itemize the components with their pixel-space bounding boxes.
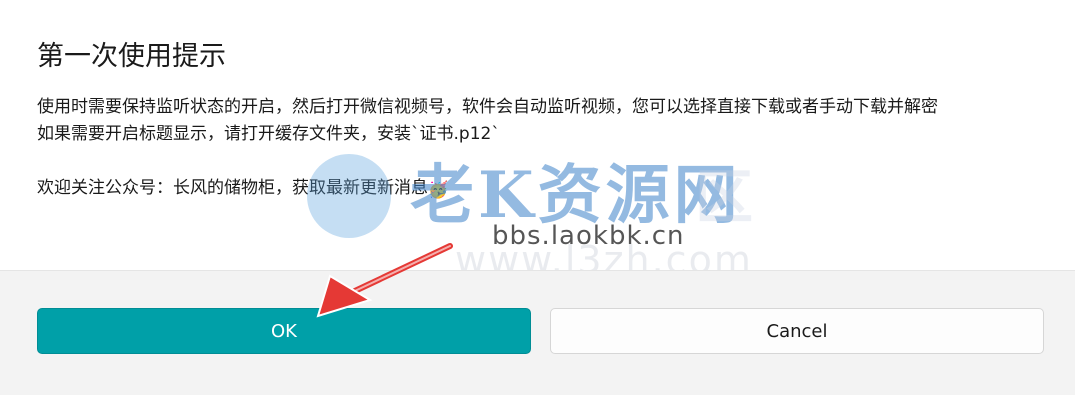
ok-button-label: OK <box>271 320 297 342</box>
message-line-2: 如果需要开启标题显示，请打开缓存文件夹，安装`证书.p12` <box>37 124 500 144</box>
dialog-content: 第一次使用提示 使用时需要保持监听状态的开启，然后打开微信视频号，软件会自动监听… <box>0 0 1075 282</box>
watermark-url: bbs.laokbk.cn <box>492 221 685 251</box>
first-use-dialog: 第一次使用提示 使用时需要保持监听状态的开启，然后打开微信视频号，软件会自动监听… <box>0 0 1075 395</box>
dialog-footer: OK Cancel <box>0 270 1075 395</box>
cancel-button[interactable]: Cancel <box>550 308 1044 354</box>
dialog-title: 第一次使用提示 <box>37 41 226 72</box>
message-line-1: 使用时需要保持监听状态的开启，然后打开微信视频号，软件会自动监听视频，您可以选择… <box>37 97 938 117</box>
message-line-4-text: 欢迎关注公众号：长风的储物柜，获取最新更新消息 <box>37 178 428 198</box>
ok-button[interactable]: OK <box>37 308 531 354</box>
party-face-emoji-icon: 🥳 <box>428 180 448 199</box>
message-line-4: 欢迎关注公众号：长风的储物柜，获取最新更新消息🥳 <box>37 175 1047 203</box>
cancel-button-label: Cancel <box>766 320 828 342</box>
dialog-message: 使用时需要保持监听状态的开启，然后打开微信视频号，软件会自动监听视频，您可以选择… <box>37 94 1047 203</box>
